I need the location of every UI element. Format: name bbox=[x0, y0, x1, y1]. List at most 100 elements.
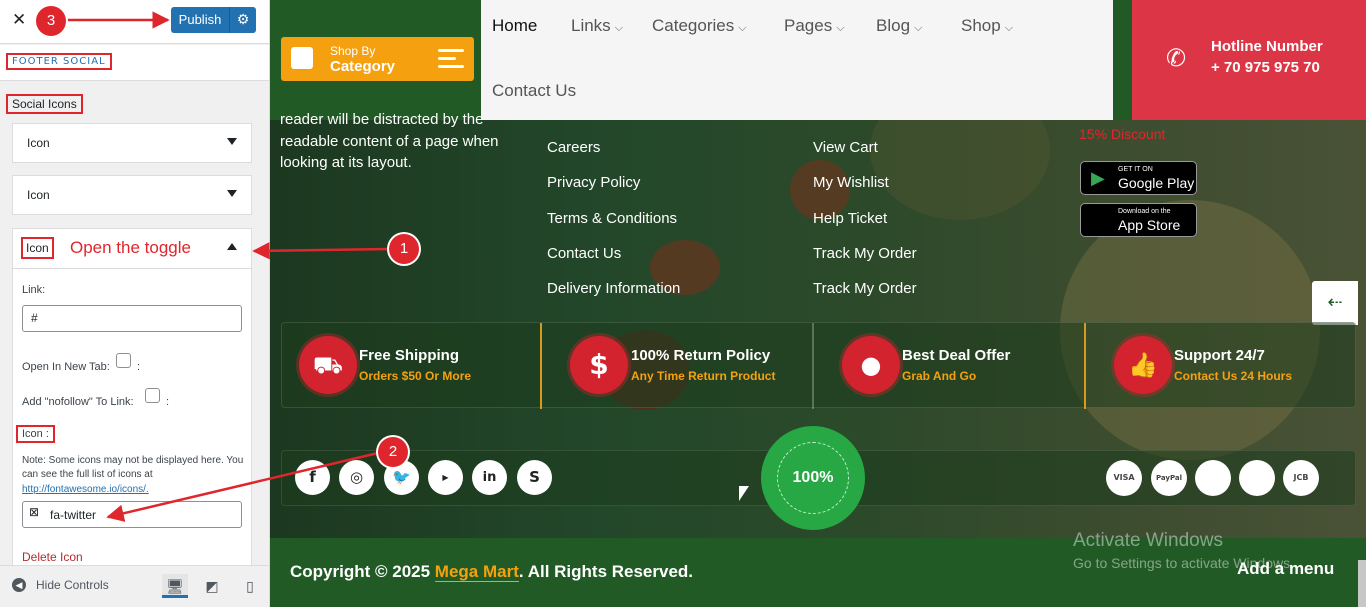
copyright-text: Copyright © 2025 Mega Mart. All Rights R… bbox=[290, 562, 693, 582]
caret-down-icon bbox=[227, 138, 237, 145]
hide-controls-button[interactable]: Hide Controls bbox=[36, 578, 109, 592]
chevron-down-icon: ⌵ bbox=[614, 22, 624, 34]
desktop-preview-icon[interactable]: 🖥 bbox=[162, 574, 188, 598]
feature-title: Best Deal Offer bbox=[902, 347, 1011, 364]
new-tab-label: Open In New Tab: bbox=[22, 361, 110, 373]
section-title: FOOTER SOCIAL bbox=[6, 53, 112, 70]
feature-divider bbox=[540, 323, 542, 409]
tablet-preview-icon[interactable]: ◩ bbox=[199, 574, 225, 598]
feature-title: Free Shipping bbox=[359, 347, 460, 364]
footer-link[interactable]: Track My Order bbox=[813, 245, 917, 262]
step-badge-2: 2 bbox=[378, 437, 408, 467]
accordion-item-2[interactable]: Icon bbox=[12, 175, 252, 215]
icon-preview-glyph: ⊠ bbox=[29, 505, 40, 519]
nav-pages[interactable]: Pages ⌵ bbox=[784, 16, 845, 36]
mobile-preview-icon[interactable]: ▯ bbox=[237, 574, 263, 598]
scrollbar[interactable] bbox=[1358, 560, 1366, 607]
user-icon: ● bbox=[842, 336, 900, 394]
main-navigation: Home Links ⌵ Categories ⌵ Pages ⌵ Blog ⌵ Sho… bbox=[481, 0, 1113, 120]
footer-link[interactable]: View Cart bbox=[813, 139, 878, 156]
skype-icon[interactable]: S bbox=[517, 460, 552, 495]
step-badge-3: 3 bbox=[36, 6, 66, 36]
feature-title: Support 24/7 bbox=[1174, 347, 1265, 364]
amex-icon: amex bbox=[1239, 460, 1275, 496]
hide-controls-icon[interactable]: ◀ bbox=[12, 578, 26, 592]
footer-link[interactable]: My Wishlist bbox=[813, 174, 889, 191]
nav-links[interactable]: Links ⌵ bbox=[571, 16, 623, 36]
caret-up-icon[interactable] bbox=[227, 243, 237, 250]
icon-field-label: Icon : bbox=[16, 425, 55, 443]
nav-label: Links bbox=[571, 16, 611, 35]
brand-link[interactable]: Mega Mart bbox=[434, 562, 519, 582]
linkedin-icon[interactable]: in bbox=[472, 460, 507, 495]
footer-link[interactable]: Careers bbox=[547, 139, 600, 156]
footer-link[interactable]: Terms & Conditions bbox=[547, 210, 677, 227]
facebook-icon[interactable]: f bbox=[295, 460, 330, 495]
nav-blog[interactable]: Blog ⌵ bbox=[876, 16, 922, 36]
footer-link[interactable]: Help Ticket bbox=[813, 210, 887, 227]
nav-categories[interactable]: Categories ⌵ bbox=[652, 16, 747, 36]
arrow-left-icon[interactable]: ⇠ bbox=[1312, 281, 1358, 325]
nav-shop[interactable]: Shop ⌵ bbox=[961, 16, 1013, 36]
about-text-line: looking at its layout. bbox=[280, 154, 412, 171]
visa-icon: VISA bbox=[1106, 460, 1142, 496]
hotline-title: Hotline Number bbox=[1211, 38, 1323, 55]
nav-label: Pages bbox=[784, 16, 833, 35]
link-input[interactable]: # bbox=[22, 305, 242, 332]
seal-text: 100% bbox=[777, 442, 849, 514]
nav-home[interactable]: Home bbox=[492, 16, 537, 36]
colon: : bbox=[137, 361, 141, 373]
caret-down-icon bbox=[227, 190, 237, 197]
hotline-number[interactable]: + 70 975 975 70 bbox=[1211, 59, 1320, 76]
delete-icon-link[interactable]: Delete Icon bbox=[22, 550, 83, 564]
chevron-down-icon: ⌵ bbox=[914, 22, 923, 34]
menu-icon-bar bbox=[438, 57, 456, 60]
feature-subtitle: Grab And Go bbox=[902, 369, 977, 383]
footer-link[interactable]: Delivery Information bbox=[547, 280, 680, 297]
publish-button[interactable]: Publish bbox=[171, 7, 229, 33]
google-play-icon: ▶ bbox=[1091, 168, 1105, 189]
about-text-line: readable content of a page when bbox=[280, 133, 499, 150]
fontawesome-link[interactable]: http://fontawesome.io/icons/. bbox=[22, 484, 149, 495]
windows-watermark-title: Activate Windows bbox=[1073, 530, 1223, 551]
features-bar bbox=[281, 322, 1356, 409]
nav-label: Blog bbox=[876, 16, 911, 35]
shop-by-label: Shop By bbox=[330, 44, 376, 58]
instagram-icon[interactable]: ◎ bbox=[339, 460, 374, 495]
dollar-icon: $ bbox=[570, 336, 628, 394]
site-preview: Shop By Category Home Links ⌵ Categories ⌵… bbox=[270, 0, 1366, 607]
accordion-item-1[interactable]: Icon bbox=[12, 123, 252, 163]
mouse-cursor bbox=[739, 486, 749, 501]
youtube-icon[interactable]: ▶ bbox=[428, 460, 463, 495]
menu-icon-bar bbox=[438, 65, 464, 68]
footer-link[interactable]: Track My Order bbox=[813, 280, 917, 297]
nav-label: Home bbox=[492, 16, 538, 35]
nofollow-checkbox[interactable] bbox=[145, 388, 160, 403]
nav-label: Shop bbox=[961, 16, 1001, 35]
footer-link[interactable]: Contact Us bbox=[547, 245, 621, 262]
feature-title: 100% Return Policy bbox=[631, 347, 771, 364]
colon: : bbox=[166, 396, 170, 408]
annotation-open-toggle: Open the toggle bbox=[70, 238, 191, 257]
feature-subtitle: Any Time Return Product bbox=[631, 369, 776, 383]
link-label: Link: bbox=[22, 284, 46, 296]
shop-by-category-button[interactable]: Shop By Category bbox=[281, 37, 474, 81]
feature-subtitle: Orders $50 Or More bbox=[359, 369, 472, 383]
add-menu-link[interactable]: Add a menu bbox=[1237, 559, 1334, 579]
app-store-badge[interactable]: Download on the App Store bbox=[1080, 203, 1197, 237]
chevron-down-icon: ⌵ bbox=[738, 22, 747, 34]
gear-icon[interactable]: ⚙ bbox=[229, 7, 256, 33]
accordion-title: Icon bbox=[27, 136, 50, 150]
chevron-down-icon: ⌵ bbox=[1004, 22, 1014, 34]
icon-note: Note: Some icons may not be displayed he… bbox=[22, 455, 244, 480]
paypal-icon: PayPal bbox=[1151, 460, 1187, 496]
close-icon[interactable]: ✕ bbox=[12, 10, 26, 30]
footer-link[interactable]: Privacy Policy bbox=[547, 174, 640, 191]
hotline-box: ✆ Hotline Number + 70 975 975 70 bbox=[1132, 0, 1366, 120]
accordion-title: Icon bbox=[27, 188, 50, 202]
nav-contact-us[interactable]: Contact Us bbox=[492, 81, 576, 101]
new-tab-checkbox[interactable] bbox=[116, 353, 131, 368]
jcb-icon: JCB bbox=[1283, 460, 1319, 496]
about-text-line: reader will be distracted by the bbox=[280, 111, 484, 128]
google-play-badge[interactable]: ▶ GET IT ON Google Play bbox=[1080, 161, 1197, 195]
